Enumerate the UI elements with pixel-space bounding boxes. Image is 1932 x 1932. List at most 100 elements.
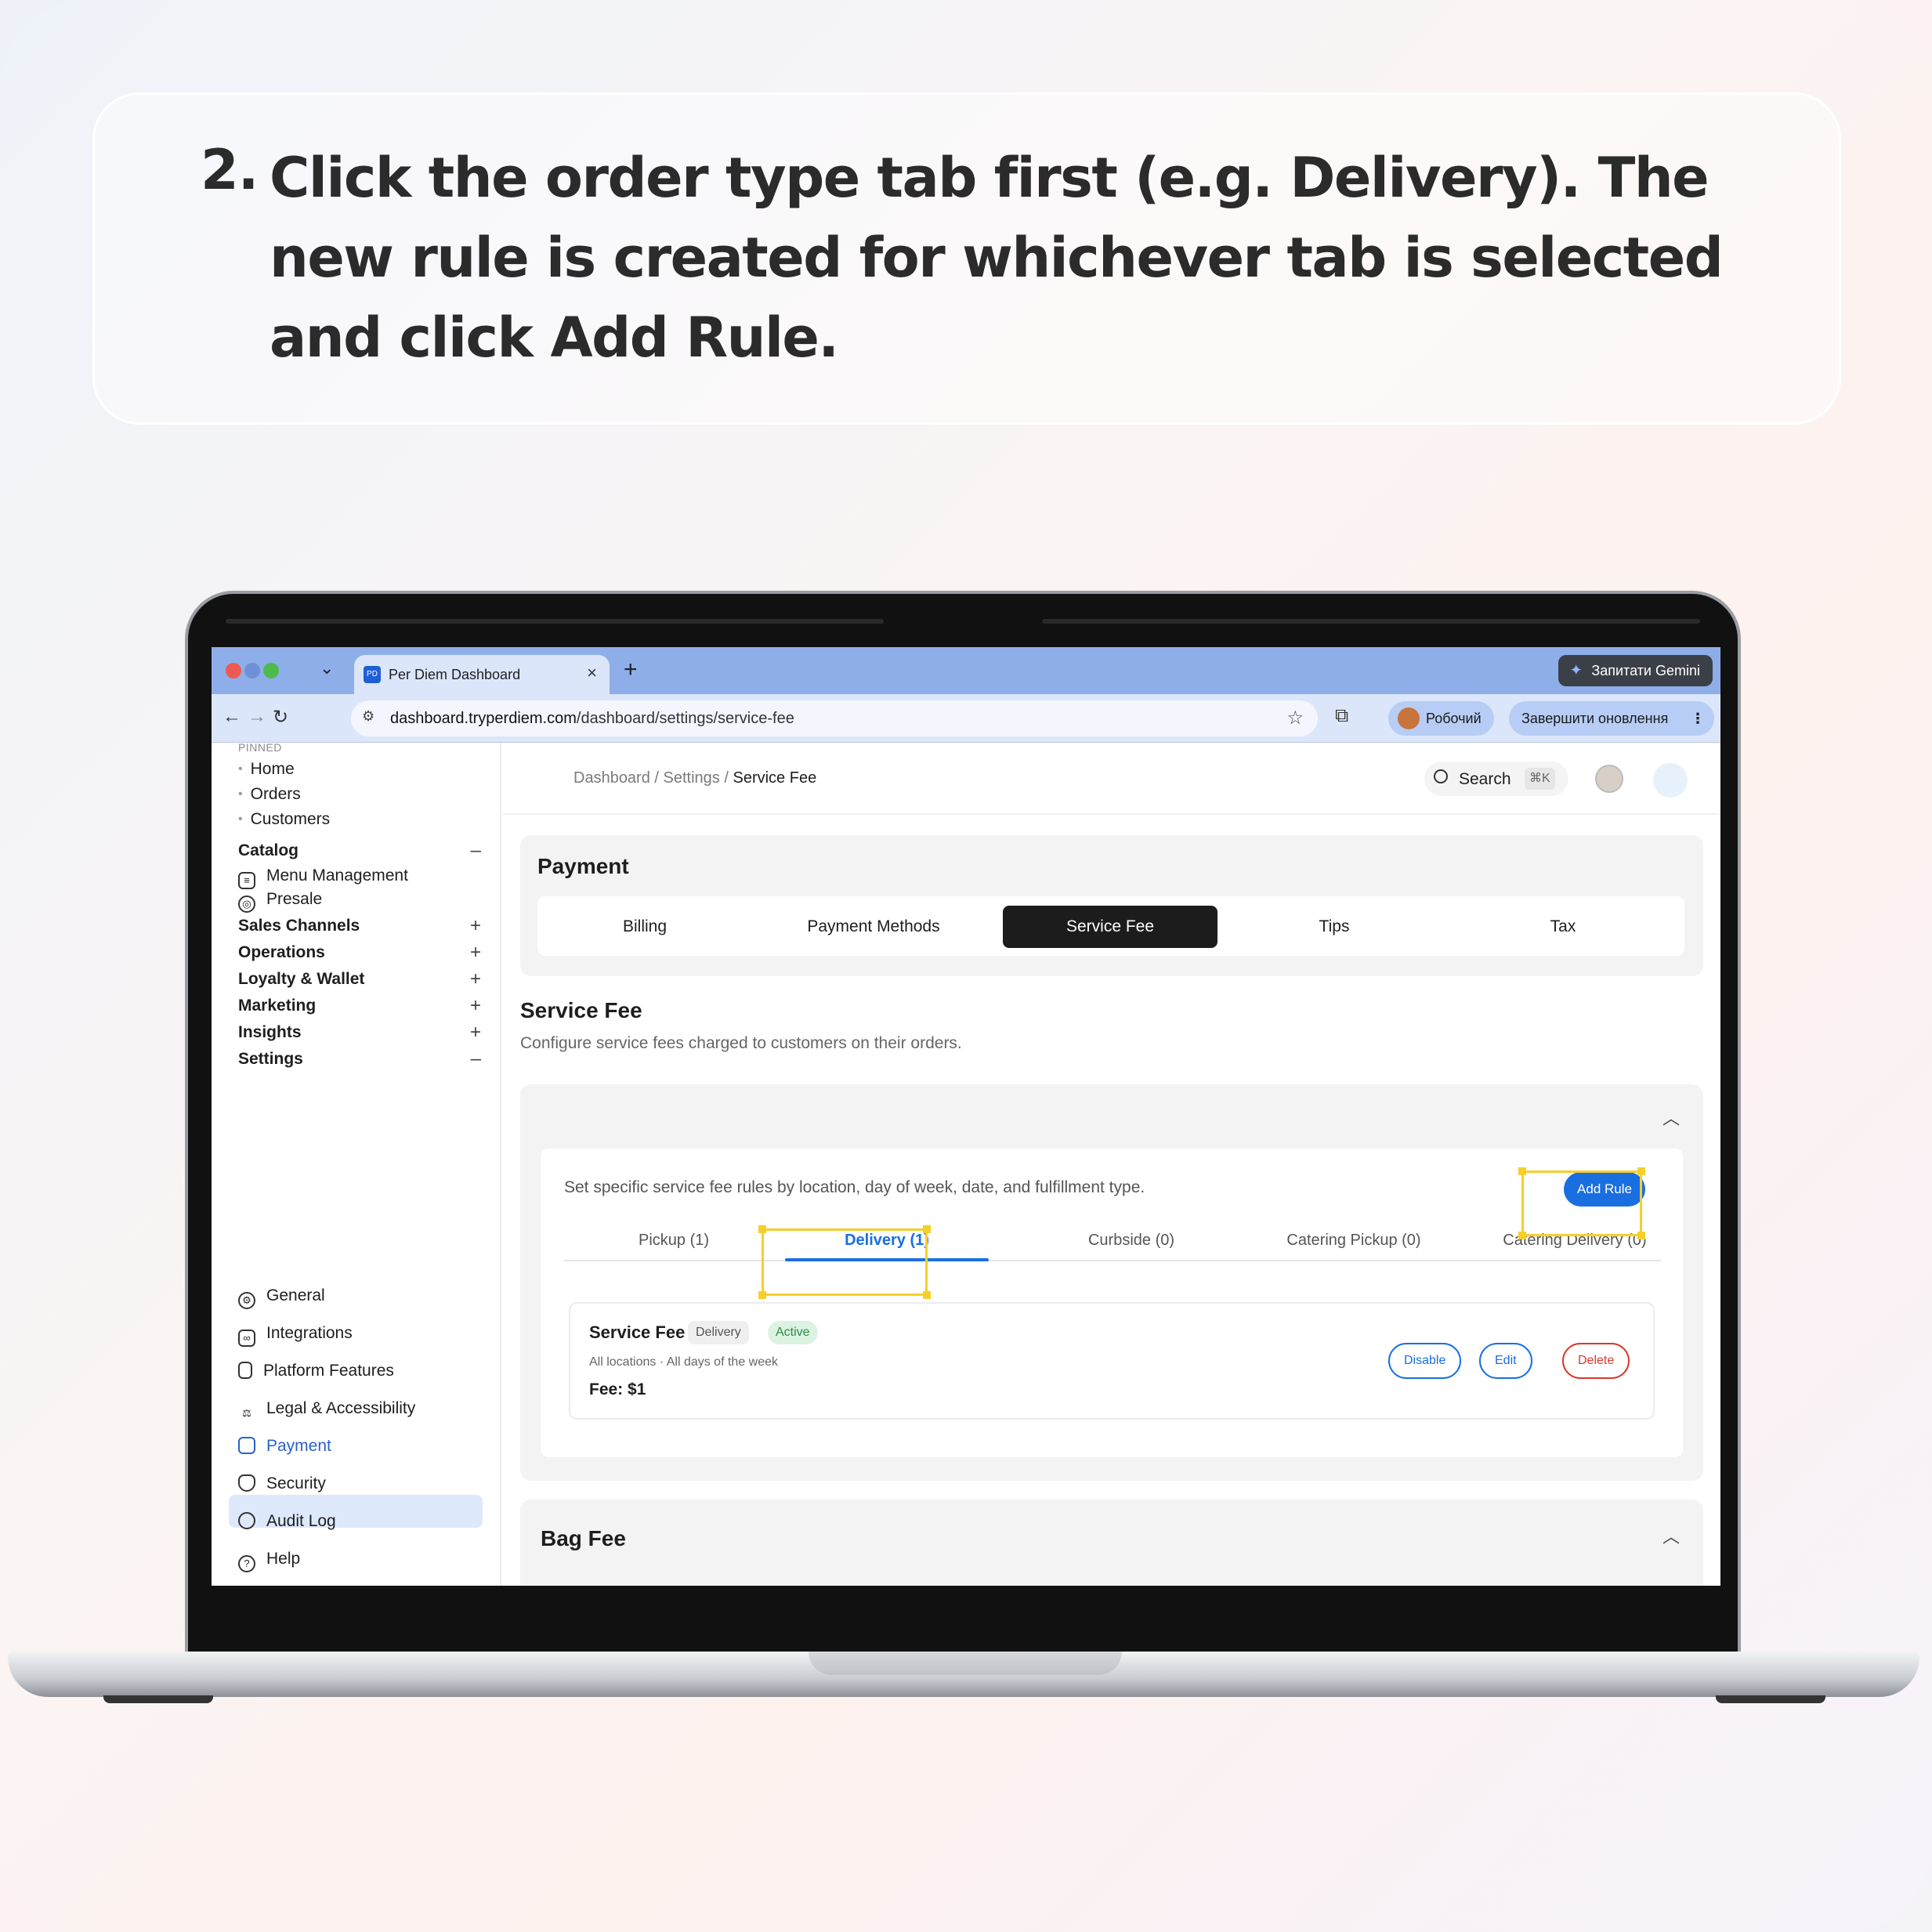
main-content: Dashboard / Settings / Service Fee Searc… xyxy=(503,743,1720,1586)
sidebar-item-platform-features[interactable]: Platform Features xyxy=(238,1362,394,1380)
reload-icon[interactable]: ↻ xyxy=(273,706,288,729)
search-icon xyxy=(1434,769,1448,783)
profile-label: Робочий xyxy=(1426,711,1482,726)
breadcrumb-dashboard[interactable]: Dashboard xyxy=(573,769,650,787)
per-diem-favicon-icon: PD xyxy=(364,666,381,683)
site-settings-icon[interactable]: ⚙ xyxy=(362,708,374,725)
delete-button[interactable]: Delete xyxy=(1562,1343,1630,1379)
search-button[interactable]: Search ⌘K xyxy=(1424,762,1568,796)
user-avatar[interactable] xyxy=(1595,765,1623,793)
breadcrumb-separator: / xyxy=(724,769,733,787)
sidebar-section-insights[interactable]: Insights + xyxy=(238,1022,481,1044)
new-tab-plus-icon[interactable]: + xyxy=(624,657,638,683)
tab-billing[interactable]: Billing xyxy=(537,906,752,948)
payment-label: Payment xyxy=(266,1437,331,1455)
highlight-handle xyxy=(758,1225,766,1233)
more-menu-icon[interactable]: ⋮ xyxy=(1691,701,1705,736)
finish-update-label: Завершити оновлення xyxy=(1521,711,1669,726)
browser-tab-title: Per Diem Dashboard xyxy=(389,667,521,682)
sidebar-item-menu-management[interactable]: ≡ Menu Management xyxy=(238,867,408,889)
laptop-base-notch xyxy=(809,1652,1122,1675)
highlight-handle xyxy=(923,1225,931,1233)
chevron-up-icon[interactable]: ︿ xyxy=(1662,1523,1680,1548)
sidebar-item-help[interactable]: ? Help xyxy=(238,1550,300,1572)
sidebar-section-loyalty-wallet[interactable]: Loyalty & Wallet + xyxy=(238,968,481,990)
expand-plus-icon[interactable]: + xyxy=(470,942,481,964)
tab-pickup[interactable]: Pickup (1) xyxy=(564,1232,783,1250)
laptop-foot-right xyxy=(1716,1695,1825,1703)
ask-gemini-label: Запитати Gemini xyxy=(1591,663,1700,678)
search-label: Search xyxy=(1459,770,1511,788)
background-frame: 2. Click the order type tab first (e.g. … xyxy=(0,0,1932,1932)
sidebar-item-presale[interactable]: ◎ Presale xyxy=(238,890,322,913)
tab-list-chevron-icon[interactable]: ⌄ xyxy=(320,658,334,678)
tab-tax[interactable]: Tax xyxy=(1456,906,1670,948)
tab-payment-methods[interactable]: Payment Methods xyxy=(766,906,981,948)
payment-tabs: Billing Payment Methods Service Fee Tips… xyxy=(537,896,1684,956)
sidebar-item-payment[interactable]: Payment xyxy=(238,1437,331,1456)
loyalty-wallet-label: Loyalty & Wallet xyxy=(238,970,365,988)
tab-catering-pickup[interactable]: Catering Pickup (0) xyxy=(1244,1232,1463,1250)
sidebar-section-sales-channels[interactable]: Sales Channels + xyxy=(238,915,481,937)
window-zoom-dot[interactable] xyxy=(263,663,279,678)
window-close-dot[interactable] xyxy=(226,663,241,678)
security-label: Security xyxy=(266,1474,326,1492)
extensions-icon[interactable]: ⧉ xyxy=(1335,705,1348,727)
marketing-label: Marketing xyxy=(238,997,317,1015)
tab-curbside[interactable]: Curbside (0) xyxy=(1022,1232,1241,1250)
edit-button[interactable]: Edit xyxy=(1479,1343,1532,1379)
sidebar-item-legal-accessibility[interactable]: ⚖ Legal & Accessibility xyxy=(238,1399,415,1424)
sidebar-item-customers[interactable]: Customers xyxy=(238,810,331,829)
disable-button[interactable]: Disable xyxy=(1388,1343,1462,1379)
collapse-minus-icon[interactable]: – xyxy=(471,1048,481,1070)
sidebar-item-general[interactable]: ⚙ General xyxy=(238,1286,325,1309)
profile-chip[interactable]: Робочий xyxy=(1388,701,1494,736)
service-fee-title: Service Fee xyxy=(520,998,642,1022)
window-minimize-dot[interactable] xyxy=(244,663,260,678)
sidebar-section-catalog[interactable]: Catalog – xyxy=(238,840,481,862)
tab-tips[interactable]: Tips xyxy=(1227,906,1442,948)
sidebar-item-security[interactable]: Security xyxy=(238,1474,326,1493)
bag-fee-card: Bag Fee ︿ xyxy=(520,1500,1703,1586)
account-avatar[interactable] xyxy=(1653,763,1688,798)
close-tab-icon[interactable]: × xyxy=(587,663,597,683)
expand-plus-icon[interactable]: + xyxy=(470,915,481,937)
bookmark-star-icon[interactable]: ☆ xyxy=(1286,707,1304,729)
rule-status-badge: Active xyxy=(768,1321,818,1344)
ask-gemini-button[interactable]: ✦ Запитати Gemini xyxy=(1558,655,1713,686)
operations-label: Operations xyxy=(238,943,325,961)
highlight-handle xyxy=(758,1291,766,1299)
lid-edge-right xyxy=(1042,619,1700,624)
finish-update-button[interactable]: Завершити оновлення ⋮ xyxy=(1509,701,1714,736)
menu-management-label: Menu Management xyxy=(266,867,408,885)
sidebar-section-marketing[interactable]: Marketing + xyxy=(238,995,481,1017)
expand-plus-icon[interactable]: + xyxy=(470,968,481,990)
expand-plus-icon[interactable]: + xyxy=(470,1022,481,1044)
sidebar-item-orders[interactable]: Orders xyxy=(238,785,301,804)
integrations-label: Integrations xyxy=(266,1324,353,1342)
sidebar-section-operations[interactable]: Operations + xyxy=(238,942,481,964)
tab-service-fee[interactable]: Service Fee xyxy=(1003,906,1217,948)
highlight-handle xyxy=(1637,1167,1645,1175)
browser-tab[interactable]: PD Per Diem Dashboard × xyxy=(354,655,610,694)
sidebar-item-integrations[interactable]: ∞ Integrations xyxy=(238,1324,353,1347)
browser-address-row: ← → ↻ ⚙ dashboard.tryperdiem.com/dashboa… xyxy=(212,694,1720,743)
breadcrumb-separator: / xyxy=(654,769,664,787)
breadcrumb-service-fee: Service Fee xyxy=(733,769,817,787)
chevron-up-icon[interactable]: ︿ xyxy=(1662,1105,1680,1130)
url-bar[interactable]: ⚙ dashboard.tryperdiem.com/dashboard/set… xyxy=(351,700,1318,736)
collapse-minus-icon[interactable]: – xyxy=(471,840,481,862)
legal-accessibility-label: Legal & Accessibility xyxy=(266,1399,416,1417)
breadcrumb-settings[interactable]: Settings xyxy=(664,769,720,787)
expand-plus-icon[interactable]: + xyxy=(470,995,481,1017)
sidebar-item-home[interactable]: Home xyxy=(238,760,295,779)
back-arrow-icon[interactable]: ← xyxy=(223,706,241,728)
highlight-handle xyxy=(1637,1232,1645,1239)
sidebar-section-settings[interactable]: Settings – xyxy=(238,1048,481,1070)
forward-arrow-icon[interactable]: → xyxy=(248,706,266,728)
integrations-icon: ∞ xyxy=(238,1330,255,1347)
sidebar-item-audit-log[interactable]: Audit Log xyxy=(238,1512,336,1531)
service-fee-rules-card: ︿ Set specific service fee rules by loca… xyxy=(520,1084,1703,1481)
settings-label: Settings xyxy=(238,1050,303,1068)
gavel-icon: ⚖ xyxy=(242,1407,251,1419)
